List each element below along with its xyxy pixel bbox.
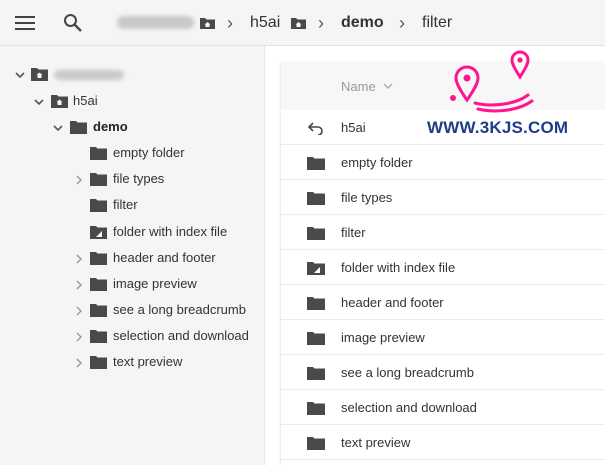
sidebar-tree: h5ai demo empty folder file types filter… [0,46,265,465]
folder-icon [90,172,107,186]
list-item[interactable]: file types [281,180,605,215]
list-item-label: see a long breadcrumb [341,365,474,380]
watermark-text: WWW.3KJS.COM [427,118,569,137]
folder-icon [307,296,325,310]
tree-item-label: file types [113,171,165,186]
tree-item-empty-folder[interactable]: empty folder [0,142,265,164]
column-header-name[interactable]: Name [341,79,376,94]
tree-item-demo[interactable]: demo [0,116,265,138]
search-icon[interactable] [63,13,83,33]
folder-icon [307,156,325,170]
tree-item-see-a-long-breadcrumb[interactable]: see a long breadcrumb [0,299,265,321]
chevron-down-icon[interactable] [14,68,26,80]
list-item[interactable]: header and footer [281,285,605,320]
list-item-label: h5ai [341,120,366,135]
tree-item-h5ai[interactable]: h5ai [0,90,265,112]
folder-icon [307,331,325,345]
breadcrumb-root-blurred[interactable] [117,16,194,29]
folder-icon [90,277,107,291]
tree-item-image-preview[interactable]: image preview [0,273,265,295]
folder-icon [307,366,325,380]
list-item-label: filter [341,225,366,240]
folder-icon [307,191,325,205]
list-item[interactable]: folder with index file [281,250,605,285]
breadcrumb-item-demo[interactable]: demo [341,14,384,32]
list-item[interactable]: empty folder [281,145,605,180]
tree-item-text-preview[interactable]: text preview [0,351,265,373]
breadcrumb-item-filter[interactable]: filter [422,14,452,32]
chevron-right-icon[interactable] [73,278,85,290]
tree-item-label: see a long breadcrumb [113,302,246,317]
list-item[interactable]: selection and download [281,390,605,425]
list-item-label: text preview [341,435,411,450]
top-toolbar: › h5ai › demo › filter [0,0,605,46]
tree-item-root[interactable] [0,63,265,85]
folder-icon [90,146,107,160]
chevron-down-icon[interactable] [33,95,45,107]
tree-item-filter[interactable]: filter [0,194,265,216]
chevron-right-icon[interactable] [73,252,85,264]
list-item[interactable]: filter [281,215,605,250]
folder-icon [307,226,325,240]
folder-home-icon [51,94,68,108]
folder-home-icon [291,16,306,29]
list-item-label: file types [341,190,393,205]
tree-item-selection-and-download[interactable]: selection and download [0,325,265,347]
folder-icon [90,329,107,343]
breadcrumb-separator-icon: › [227,13,233,33]
tree-item-header-and-footer[interactable]: header and footer [0,247,265,269]
list-item-label: empty folder [341,155,413,170]
tree-item-label: empty folder [113,145,185,160]
hamburger-menu-icon[interactable] [15,15,35,31]
folder-icon [70,120,87,134]
tree-item-label: selection and download [113,328,249,343]
tree-item-label: text preview [113,354,183,369]
list-item-label: header and footer [341,295,444,310]
breadcrumb-item-h5ai[interactable]: h5ai [250,14,280,32]
tree-item-label: h5ai [73,93,98,108]
tree-item-root-label-blurred [54,70,124,80]
chevron-right-icon[interactable] [73,356,85,368]
tree-item-label: header and footer [113,250,216,265]
list-item-label: folder with index file [341,260,456,275]
tree-item-label: image preview [113,276,197,291]
list-item-label: selection and download [341,400,477,415]
tree-item-folder-with-index-file[interactable]: folder with index file [0,221,265,243]
list-item[interactable]: text preview [281,425,605,460]
tree-item-label: demo [93,119,128,134]
folder-page-icon [90,225,107,239]
back-arrow-icon [307,121,325,136]
folder-icon [90,251,107,265]
chevron-right-icon[interactable] [73,330,85,342]
list-item-label: image preview [341,330,425,345]
folder-icon [90,355,107,369]
tree-item-label: filter [113,197,138,212]
chevron-right-icon[interactable] [73,173,85,185]
folder-icon [90,303,107,317]
tree-item-file-types[interactable]: file types [0,168,265,190]
folder-page-icon [307,261,325,275]
chevron-down-icon[interactable] [382,79,394,91]
chevron-down-icon[interactable] [52,121,64,133]
chevron-right-icon[interactable] [73,304,85,316]
folder-home-icon [31,67,48,81]
folder-icon [90,198,107,212]
folder-icon [307,436,325,450]
list-item[interactable]: image preview [281,320,605,355]
folder-icon [307,401,325,415]
list-item[interactable]: see a long breadcrumb [281,355,605,390]
breadcrumb-separator-icon: › [318,13,324,33]
folder-home-icon [200,16,215,29]
tree-item-label: folder with index file [113,224,228,239]
breadcrumb-separator-icon: › [399,13,405,33]
